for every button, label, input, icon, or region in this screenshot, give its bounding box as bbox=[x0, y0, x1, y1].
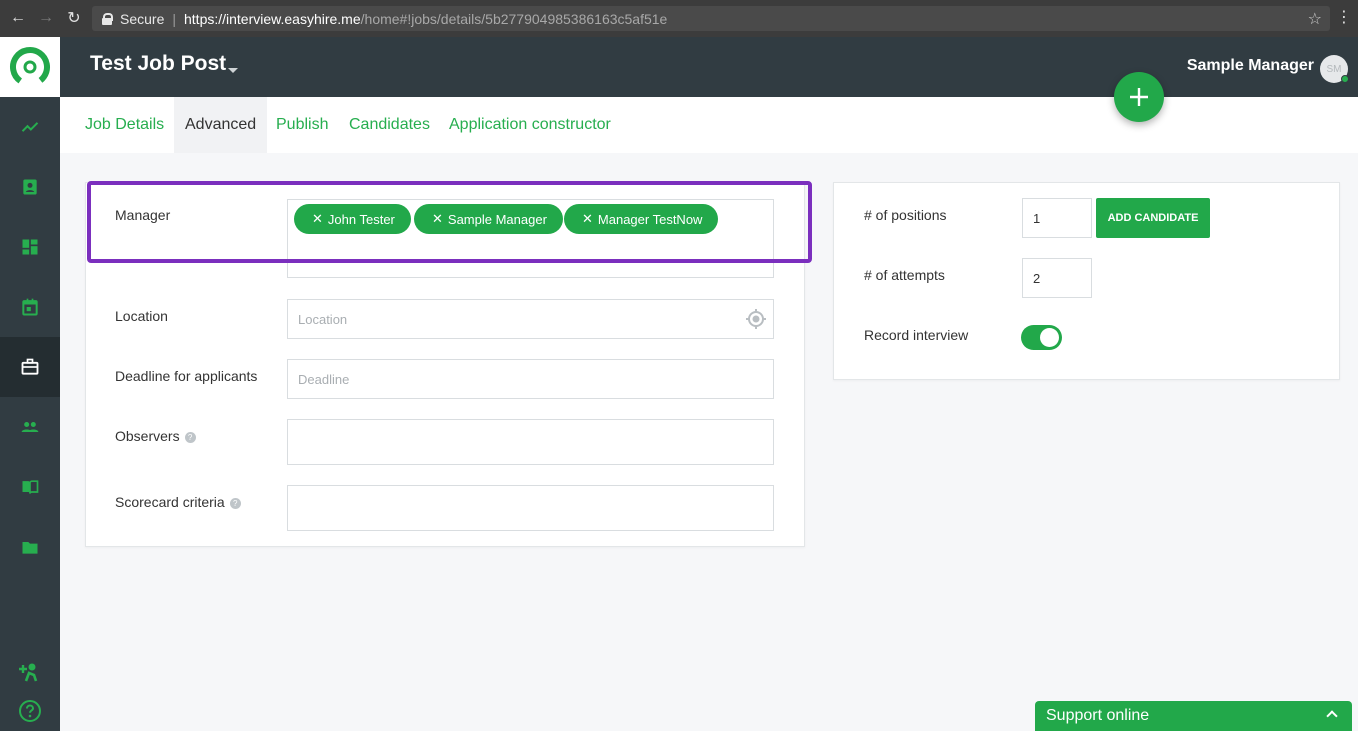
add-person-icon[interactable] bbox=[0, 661, 60, 685]
tab-application-constructor[interactable]: Application constructor bbox=[438, 97, 622, 153]
positions-label: # of positions bbox=[864, 207, 947, 223]
location-input[interactable]: Location bbox=[287, 299, 774, 339]
scorecard-label-text: Scorecard criteria bbox=[115, 494, 225, 510]
record-interview-toggle[interactable] bbox=[1021, 325, 1062, 350]
people-icon[interactable] bbox=[0, 397, 60, 457]
contact-icon[interactable] bbox=[0, 157, 60, 217]
reload-icon[interactable]: ↻ bbox=[62, 6, 86, 30]
url-path: /home#!jobs/details/5b277904985386163c5a… bbox=[360, 10, 668, 27]
address-bar[interactable]: Secure | https://interview.easyhire.me/h… bbox=[92, 6, 1330, 31]
secure-label: Secure bbox=[120, 10, 165, 27]
help-icon[interactable]: ? bbox=[184, 432, 196, 443]
url-host: https://interview.easyhire.me bbox=[184, 10, 361, 27]
scorecard-label: Scorecard criteria? bbox=[115, 494, 241, 510]
browser-toolbar: ← → ↻ Secure | https://interview.easyhir… bbox=[0, 0, 1358, 37]
tab-bar: Job Details Advanced Publish Candidates … bbox=[60, 97, 1358, 153]
sidebar bbox=[0, 37, 60, 731]
location-target-icon[interactable] bbox=[745, 308, 767, 330]
support-label: Support online bbox=[1046, 707, 1150, 724]
star-icon[interactable]: ☆ bbox=[1308, 9, 1322, 29]
tab-publish[interactable]: Publish bbox=[265, 97, 339, 153]
help-icon[interactable] bbox=[0, 699, 60, 723]
trending-icon[interactable] bbox=[0, 97, 60, 157]
observers-input[interactable] bbox=[287, 419, 774, 465]
book-icon[interactable] bbox=[0, 457, 60, 517]
observers-label-text: Observers bbox=[115, 428, 180, 444]
job-title[interactable]: Test Job Post bbox=[90, 52, 226, 76]
deadline-input[interactable]: Deadline bbox=[287, 359, 774, 399]
folder-icon[interactable] bbox=[0, 517, 60, 577]
manager-highlight-box bbox=[87, 181, 812, 263]
tab-advanced[interactable]: Advanced bbox=[174, 97, 268, 153]
top-header: Test Job Post Sample Manager SM bbox=[60, 37, 1358, 97]
lock-icon bbox=[102, 13, 113, 25]
tab-candidates[interactable]: Candidates bbox=[338, 97, 441, 153]
calendar-icon[interactable] bbox=[0, 277, 60, 337]
user-name[interactable]: Sample Manager bbox=[1187, 57, 1314, 75]
location-label: Location bbox=[115, 308, 168, 324]
scorecard-input[interactable] bbox=[287, 485, 774, 531]
tab-job-details[interactable]: Job Details bbox=[74, 97, 175, 153]
chevron-up-icon[interactable] bbox=[1326, 710, 1338, 722]
support-widget[interactable]: Support online bbox=[1035, 701, 1352, 731]
add-candidate-button[interactable]: ADD CANDIDATE bbox=[1096, 198, 1210, 238]
arrow-left-icon[interactable]: ← bbox=[6, 6, 30, 30]
menu-icon[interactable]: ⋮ bbox=[1336, 7, 1352, 27]
attempts-input[interactable]: 2 bbox=[1022, 258, 1092, 298]
chevron-down-icon[interactable] bbox=[228, 68, 238, 73]
logo-icon[interactable] bbox=[0, 37, 60, 97]
help-icon[interactable]: ? bbox=[229, 498, 241, 509]
briefcase-icon[interactable] bbox=[0, 337, 60, 397]
attempts-label: # of attempts bbox=[864, 267, 945, 283]
online-status-dot bbox=[1341, 75, 1349, 83]
record-interview-label: Record interview bbox=[864, 327, 969, 343]
toggle-knob bbox=[1040, 328, 1059, 347]
plus-icon bbox=[1130, 88, 1148, 106]
observers-label: Observers? bbox=[115, 428, 196, 444]
deadline-label: Deadline for applicants bbox=[115, 368, 258, 384]
dashboard-icon[interactable] bbox=[0, 217, 60, 277]
add-button[interactable] bbox=[1114, 72, 1164, 122]
arrow-right-icon[interactable]: → bbox=[34, 6, 58, 30]
positions-input[interactable]: 1 bbox=[1022, 198, 1092, 238]
address-divider: | bbox=[172, 10, 176, 27]
